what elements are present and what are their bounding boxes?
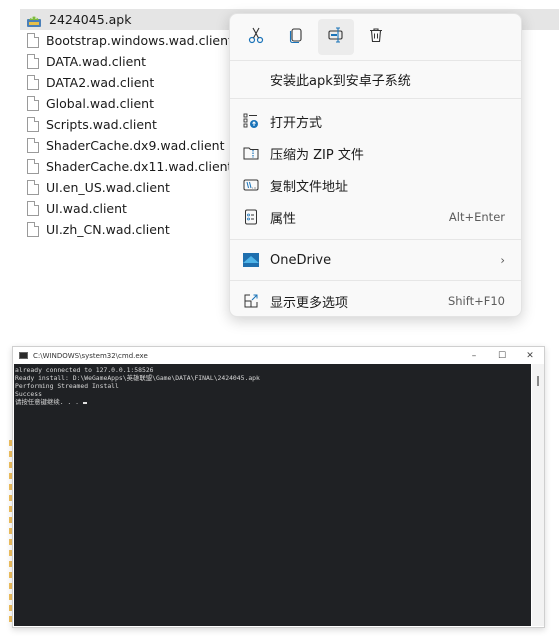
rename-button[interactable] <box>318 19 354 55</box>
show-more-options-item[interactable]: 显示更多选项 Shift+F10 <box>230 281 521 321</box>
console-line: 请按任意键继续. . . <box>15 398 83 406</box>
shortcut: Shift+F10 <box>447 294 505 308</box>
file-name: Scripts.wad.client <box>46 117 157 132</box>
open-with-label: 打开方式 <box>270 115 323 131</box>
file-icon <box>27 117 39 132</box>
compress-zip-label: 压缩为 ZIP 文件 <box>270 147 364 163</box>
compress-zip-item[interactable]: 压缩为 ZIP 文件 <box>230 137 521 169</box>
chevron-right-icon: › <box>500 253 505 267</box>
file-icon <box>27 180 39 195</box>
file-name: DATA.wad.client <box>46 54 147 69</box>
cmd-titlebar[interactable]: C:\WINDOWS\system32\cmd.exe – ☐ ✕ <box>13 347 544 364</box>
install-apk-label: 安装此apk到安卓子系统 <box>270 74 411 89</box>
delete-button[interactable] <box>358 19 394 55</box>
copy-path-item[interactable]: 复制文件地址 <box>230 169 521 201</box>
file-name: DATA2.wad.client <box>46 75 155 90</box>
onedrive-label: OneDrive <box>270 252 332 268</box>
background-window-edge-right <box>546 450 554 620</box>
console-line: Success <box>15 390 42 398</box>
file-name: UI.zh_CN.wad.client <box>46 222 170 237</box>
properties-item[interactable]: 属性 Alt+Enter <box>230 201 521 233</box>
vertical-scrollbar[interactable] <box>532 364 544 626</box>
properties-label: 属性 <box>270 211 297 227</box>
console-output[interactable]: already connected to 127.0.0.1:58526 Read… <box>14 364 531 626</box>
file-name: UI.wad.client <box>46 201 127 216</box>
file-name: ShaderCache.dx9.wad.client <box>46 138 225 153</box>
file-name: ShaderCache.dx11.wad.client <box>46 159 233 174</box>
context-toolbar <box>230 14 521 60</box>
file-name: Global.wad.client <box>46 96 154 111</box>
rename-icon <box>327 26 345 48</box>
open-with-icon <box>242 112 260 130</box>
onedrive-icon <box>242 251 260 269</box>
zip-folder-icon <box>242 144 260 162</box>
file-name: Bootstrap.windows.wad.client <box>46 33 233 48</box>
copy-path-icon <box>242 176 260 194</box>
text-cursor <box>82 402 87 404</box>
scrollbar-thumb[interactable] <box>537 376 539 386</box>
shortcut: Alt+Enter <box>448 210 505 224</box>
file-icon <box>27 201 39 216</box>
properties-icon <box>242 208 260 226</box>
delete-icon <box>367 26 385 48</box>
file-icon <box>27 96 39 111</box>
apk-icon <box>26 12 42 28</box>
file-icon <box>27 54 39 69</box>
cmd-window: C:\WINDOWS\system32\cmd.exe – ☐ ✕ alread… <box>12 346 545 628</box>
file-name: 2424045.apk <box>49 12 132 27</box>
copy-button[interactable] <box>278 19 314 55</box>
console-line: Ready install: D:\WeGameApps\英雄联盟\Game\D… <box>15 374 260 382</box>
open-with-item[interactable]: 打开方式 <box>230 105 521 137</box>
maximize-button[interactable]: ☐ <box>488 351 516 361</box>
file-name: UI.en_US.wad.client <box>46 180 170 195</box>
file-icon <box>27 75 39 90</box>
cmd-icon <box>19 352 28 359</box>
file-icon <box>27 138 39 153</box>
console-line: Performing Streamed Install <box>15 382 119 390</box>
more-options-icon <box>242 292 260 310</box>
cut-button[interactable] <box>238 19 274 55</box>
file-icon <box>27 159 39 174</box>
context-menu: 安装此apk到安卓子系统 打开方式 压缩为 ZIP 文件 复制文件地址 属性 A… <box>229 13 522 317</box>
file-icon <box>27 222 39 237</box>
onedrive-item[interactable]: OneDrive › <box>230 240 521 280</box>
install-apk-item[interactable]: 安装此apk到安卓子系统 <box>230 61 521 98</box>
file-icon <box>27 33 39 48</box>
show-more-options-label: 显示更多选项 <box>270 295 349 311</box>
cut-icon <box>247 26 265 48</box>
close-button[interactable]: ✕ <box>516 351 544 361</box>
console-line: already connected to 127.0.0.1:58526 <box>15 366 154 374</box>
copy-icon <box>287 26 305 48</box>
copy-path-label: 复制文件地址 <box>270 179 349 195</box>
cmd-title: C:\WINDOWS\system32\cmd.exe <box>33 351 148 360</box>
minimize-button[interactable]: – <box>460 351 488 361</box>
